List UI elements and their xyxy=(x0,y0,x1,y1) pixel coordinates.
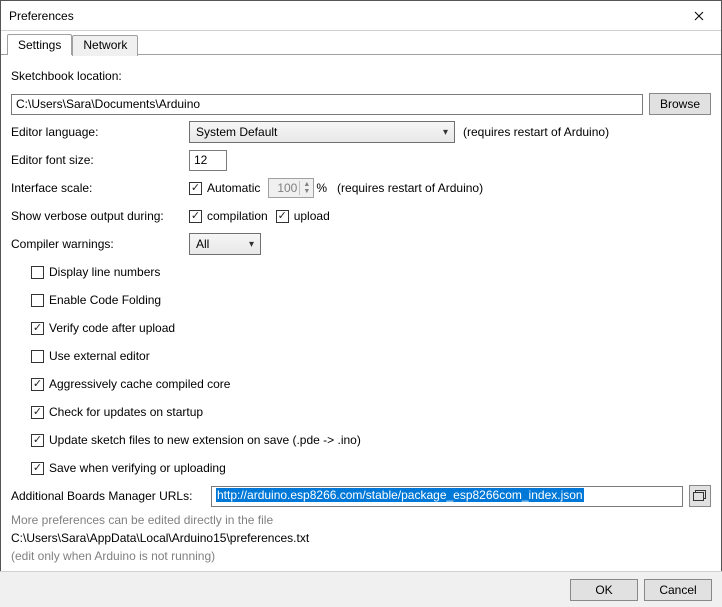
dialog-footer: OK Cancel xyxy=(0,571,722,607)
editor-language-dropdown[interactable]: System Default ▾ xyxy=(189,121,455,143)
verbose-label: Show verbose output during: xyxy=(11,209,189,223)
checkbox-icon: ✓ xyxy=(276,210,289,223)
opt-label: Enable Code Folding xyxy=(49,293,161,307)
tab-bar: Settings Network xyxy=(1,31,721,55)
opt-label: Aggressively cache compiled core xyxy=(49,377,230,391)
cancel-button[interactable]: Cancel xyxy=(644,579,712,601)
verbose-compilation-label: compilation xyxy=(207,209,268,223)
window-title: Preferences xyxy=(1,9,676,23)
opt-label: Save when verifying or uploading xyxy=(49,461,226,475)
edit-note: (edit only when Arduino is not running) xyxy=(11,549,711,563)
cache-compiled-core-checkbox[interactable]: ✓ Aggressively cache compiled core xyxy=(31,377,230,391)
save-when-verifying-checkbox[interactable]: ✓ Save when verifying or uploading xyxy=(31,461,226,475)
scale-automatic-label: Automatic xyxy=(207,181,260,195)
sketchbook-location-input[interactable] xyxy=(11,94,643,115)
checkbox-icon xyxy=(31,294,44,307)
boards-url-input[interactable]: http://arduino.esp8266.com/stable/packag… xyxy=(211,486,683,507)
checkbox-icon: ✓ xyxy=(31,434,44,447)
compiler-warnings-value: All xyxy=(196,237,209,251)
browse-button[interactable]: Browse xyxy=(649,93,711,115)
verbose-upload-checkbox[interactable]: ✓ upload xyxy=(276,209,330,223)
scale-restart-note: (requires restart of Arduino) xyxy=(337,181,483,195)
compiler-warnings-dropdown[interactable]: All ▾ xyxy=(189,233,261,255)
boards-url-expand-button[interactable] xyxy=(689,485,711,507)
spinner-arrows-icon: ▲▼ xyxy=(299,181,313,195)
check-updates-checkbox[interactable]: ✓ Check for updates on startup xyxy=(31,405,203,419)
boards-url-label: Additional Boards Manager URLs: xyxy=(11,489,211,503)
sketchbook-label: Sketchbook location: xyxy=(11,69,122,83)
boards-url-value: http://arduino.esp8266.com/stable/packag… xyxy=(216,488,584,502)
use-external-editor-checkbox[interactable]: Use external editor xyxy=(31,349,150,363)
editor-language-label: Editor language: xyxy=(11,125,189,139)
percent-sign: % xyxy=(316,181,327,195)
opt-label: Display line numbers xyxy=(49,265,160,279)
opt-label: Use external editor xyxy=(49,349,150,363)
enable-code-folding-checkbox[interactable]: Enable Code Folding xyxy=(31,293,161,307)
editor-language-value: System Default xyxy=(196,125,277,139)
checkbox-icon: ✓ xyxy=(31,406,44,419)
editor-fontsize-input[interactable] xyxy=(189,150,227,171)
tab-settings[interactable]: Settings xyxy=(7,34,72,55)
scale-percent-spinner[interactable]: ▲▼ xyxy=(268,178,314,198)
close-button[interactable] xyxy=(676,1,721,30)
checkbox-icon: ✓ xyxy=(31,322,44,335)
ok-button[interactable]: OK xyxy=(570,579,638,601)
checkbox-icon: ✓ xyxy=(189,210,202,223)
language-restart-note: (requires restart of Arduino) xyxy=(463,125,609,139)
checkbox-icon: ✓ xyxy=(31,462,44,475)
compiler-warnings-label: Compiler warnings: xyxy=(11,237,189,251)
titlebar: Preferences xyxy=(1,1,721,31)
editor-fontsize-label: Editor font size: xyxy=(11,153,189,167)
checkbox-icon xyxy=(31,350,44,363)
verbose-compilation-checkbox[interactable]: ✓ compilation xyxy=(189,209,268,223)
settings-panel: Sketchbook location: Browse Editor langu… xyxy=(1,55,721,563)
interface-scale-label: Interface scale: xyxy=(11,181,189,195)
opt-label: Check for updates on startup xyxy=(49,405,203,419)
verify-code-after-upload-checkbox[interactable]: ✓ Verify code after upload xyxy=(31,321,175,335)
chevron-down-icon: ▾ xyxy=(443,127,448,138)
update-sketch-extension-checkbox[interactable]: ✓ Update sketch files to new extension on… xyxy=(31,433,361,447)
display-line-numbers-checkbox[interactable]: Display line numbers xyxy=(31,265,160,279)
more-prefs-note: More preferences can be edited directly … xyxy=(11,513,711,527)
tab-network[interactable]: Network xyxy=(72,35,138,56)
checkbox-icon xyxy=(31,266,44,279)
checkbox-icon: ✓ xyxy=(189,182,202,195)
verbose-upload-label: upload xyxy=(294,209,330,223)
scale-automatic-checkbox[interactable]: ✓ Automatic xyxy=(189,181,260,195)
opt-label: Verify code after upload xyxy=(49,321,175,335)
opt-label: Update sketch files to new extension on … xyxy=(49,433,361,447)
checkbox-icon: ✓ xyxy=(31,378,44,391)
chevron-down-icon: ▾ xyxy=(249,239,254,250)
prefs-file-path[interactable]: C:\Users\Sara\AppData\Local\Arduino15\pr… xyxy=(11,531,711,545)
window-icon xyxy=(693,490,707,502)
scale-percent-input xyxy=(269,181,299,195)
